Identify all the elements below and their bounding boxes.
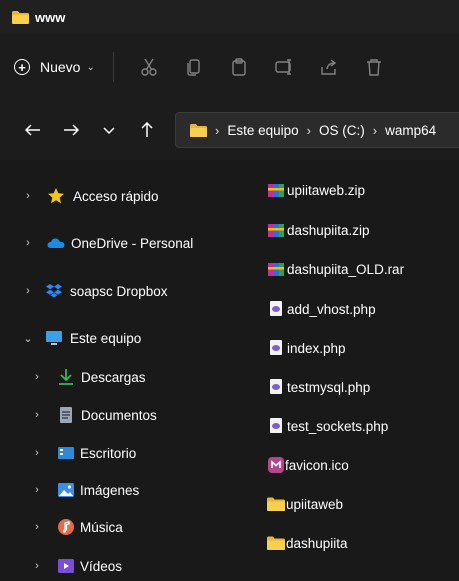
file-name: testmysql.php <box>287 379 371 395</box>
up-icon[interactable] <box>138 121 156 139</box>
cut-icon[interactable] <box>139 57 159 77</box>
nav-item-label: Documentos <box>81 407 157 423</box>
rename-icon[interactable] <box>274 57 294 77</box>
chevron-right-icon[interactable]: › <box>307 123 311 138</box>
new-button-label: Nuevo <box>40 59 81 75</box>
file-name: favicon.ico <box>285 457 349 473</box>
file-name: index.php <box>287 340 346 356</box>
folder-icon <box>267 495 285 513</box>
file-list: upiitaweb.zip dashupiita.zip dashupiita_… <box>240 160 459 569</box>
file-name: dashupiita <box>286 535 348 551</box>
toolbar-divider <box>112 52 114 82</box>
desktop-icon <box>57 444 75 462</box>
chevron-right-icon[interactable]: › <box>32 409 42 421</box>
list-item[interactable]: favicon.ico <box>240 450 459 480</box>
back-icon[interactable] <box>24 121 42 139</box>
dropbox-icon <box>45 282 63 300</box>
list-item[interactable]: dashupiita_OLD.rar <box>240 254 459 284</box>
share-icon[interactable] <box>319 57 339 77</box>
nav-item-imagenes[interactable]: › Imágenes <box>0 475 240 505</box>
chevron-right-icon[interactable]: › <box>23 285 33 297</box>
recent-icon[interactable] <box>100 121 118 139</box>
nav-item-este-equipo[interactable]: ⌄ Este equipo <box>0 323 240 353</box>
archive-icon <box>267 181 285 199</box>
nav-item-escritorio[interactable]: › Escritorio <box>0 438 240 468</box>
paste-icon[interactable] <box>229 57 249 77</box>
address-bar[interactable]: › Este equipo › OS (C:) › wamp64 <box>175 112 459 148</box>
file-name: dashupiita.zip <box>287 222 370 238</box>
nav-item-label: Escritorio <box>80 445 137 461</box>
list-item[interactable]: dashupiita <box>240 528 459 558</box>
chevron-down-icon: ⌄ <box>86 61 95 73</box>
folder-icon <box>12 10 29 24</box>
pictures-icon <box>57 481 75 499</box>
nav-item-documentos[interactable]: › Documentos <box>0 400 240 430</box>
nav-item-acceso-rapido[interactable]: › Acceso rápido <box>0 181 240 211</box>
favicon-file-icon <box>267 456 285 474</box>
file-name: test_sockets.php <box>287 418 389 434</box>
folder-icon <box>267 534 285 552</box>
nav-item-videos[interactable]: › Vídeos <box>0 551 240 581</box>
nav-item-label: Descargas <box>81 369 146 385</box>
file-name: add_vhost.php <box>287 301 376 317</box>
title-bar: www <box>0 0 459 34</box>
delete-icon[interactable] <box>364 57 384 77</box>
navigation-pane: › Acceso rápido › OneDrive - Personal › … <box>0 160 240 574</box>
archive-icon <box>267 221 285 239</box>
list-item[interactable]: testmysql.php <box>240 372 459 402</box>
copy-icon[interactable] <box>184 57 204 77</box>
cloud-icon <box>47 234 65 252</box>
plus-icon: + <box>14 59 30 75</box>
nav-item-descargas[interactable]: › Descargas <box>0 362 240 392</box>
php-file-icon <box>267 378 285 396</box>
nav-item-label: Acceso rápido <box>73 188 159 204</box>
list-item[interactable]: add_vhost.php <box>240 294 459 324</box>
nav-item-label: soapsc Dropbox <box>70 283 168 299</box>
chevron-right-icon[interactable]: › <box>32 484 42 496</box>
list-item[interactable]: dashupiita.zip <box>240 215 459 245</box>
chevron-right-icon[interactable]: › <box>32 560 42 572</box>
star-icon <box>47 187 65 205</box>
chevron-right-icon[interactable]: › <box>32 447 42 459</box>
breadcrumb-este-equipo[interactable]: Este equipo <box>227 123 298 138</box>
command-bar: + Nuevo ⌄ <box>0 34 459 100</box>
nav-item-musica[interactable]: › Música <box>0 512 240 542</box>
chevron-right-icon[interactable]: › <box>23 237 33 249</box>
list-item[interactable]: upiitaweb.zip <box>240 175 459 205</box>
folder-icon <box>190 123 207 137</box>
archive-icon <box>267 260 285 278</box>
chevron-right-icon[interactable]: › <box>215 123 219 138</box>
list-item[interactable]: index.php <box>240 333 459 363</box>
nav-item-label: OneDrive - Personal <box>71 235 194 251</box>
new-button[interactable]: + Nuevo ⌄ <box>14 51 95 83</box>
chevron-down-icon[interactable]: ⌄ <box>23 332 33 345</box>
computer-icon <box>45 329 63 347</box>
file-name: dashupiita_OLD.rar <box>287 261 405 277</box>
breadcrumb-os-c[interactable]: OS (C:) <box>319 123 365 138</box>
chevron-right-icon[interactable]: › <box>23 190 33 202</box>
forward-icon[interactable] <box>62 121 80 139</box>
php-file-icon <box>267 417 285 435</box>
window-title: www <box>35 9 66 25</box>
nav-item-label: Música <box>80 519 123 535</box>
breadcrumb-wamp64[interactable]: wamp64 <box>385 123 436 138</box>
file-name: upiitaweb.zip <box>287 182 366 198</box>
nav-item-dropbox[interactable]: › soapsc Dropbox <box>0 276 240 306</box>
list-item[interactable]: upiitaweb <box>240 489 459 519</box>
nav-item-onedrive[interactable]: › OneDrive - Personal <box>0 228 240 258</box>
php-file-icon <box>267 339 285 357</box>
chevron-right-icon[interactable]: › <box>373 123 377 138</box>
download-icon <box>57 368 75 386</box>
videos-icon <box>57 557 75 575</box>
php-file-icon <box>267 300 285 318</box>
chevron-right-icon[interactable]: › <box>32 371 42 383</box>
nav-item-label: Imágenes <box>80 482 140 498</box>
list-item[interactable]: test_sockets.php <box>240 411 459 441</box>
file-name: upiitaweb <box>286 496 344 512</box>
chevron-right-icon[interactable]: › <box>32 521 42 533</box>
documents-icon <box>57 406 75 424</box>
nav-item-label: Este equipo <box>70 330 142 346</box>
music-icon <box>57 518 75 536</box>
nav-item-label: Vídeos <box>80 558 123 574</box>
